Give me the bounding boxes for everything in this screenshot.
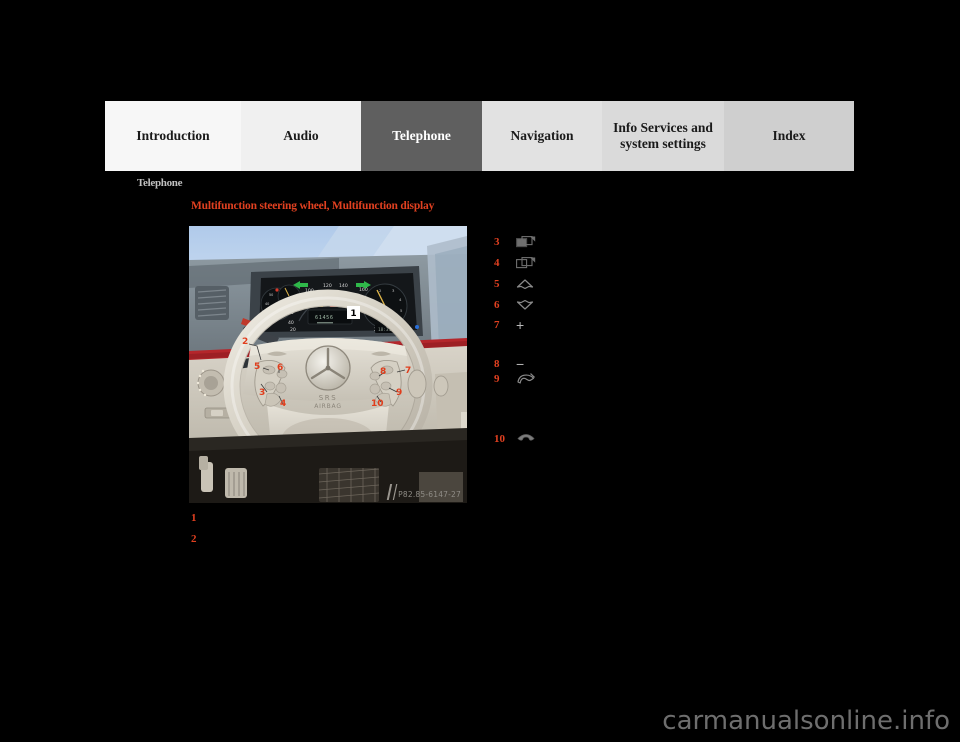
svg-text:120: 120 <box>323 283 332 289</box>
page-section-title: Telephone <box>137 177 183 189</box>
callout-4: 4 <box>280 399 286 409</box>
manual-section-tabbar: Introduction Audio Telephone Navigation … <box>105 101 854 171</box>
legend-right-item-10-number: 10 <box>494 433 505 445</box>
volume-down-icon: − <box>516 356 525 372</box>
scroll-up-icon <box>516 278 542 290</box>
legend-right-item-9: 9 <box>494 372 542 386</box>
figure-image-code: P82.85-6147-27 <box>398 490 461 499</box>
callout-6: 6 <box>277 363 283 373</box>
tab-audio-label: Audio <box>283 128 319 144</box>
callout-8: 8 <box>380 367 386 377</box>
legend-right-item-4-number: 4 <box>494 257 500 269</box>
legend-right-item-4: 4 <box>494 256 542 270</box>
callout-7: 7 <box>405 366 411 376</box>
tab-info-services-and-system-settings[interactable]: Info Services and system settings <box>602 101 724 171</box>
call-end-icon <box>516 433 542 446</box>
site-watermark: carmanualsonline.info <box>662 706 950 736</box>
svg-text:160: 160 <box>359 287 368 293</box>
legend-right-item-6-number: 6 <box>494 299 500 311</box>
scroll-down-icon <box>516 299 542 311</box>
tab-index[interactable]: Index <box>724 101 854 171</box>
legend-left-item-2: 2 <box>191 533 207 545</box>
airbag-label-line1: SRS <box>319 394 338 402</box>
legend-left-item-2-number: 2 <box>191 533 197 545</box>
legend-left-item-1: 1 <box>191 512 207 524</box>
svg-text:61456: 61456 <box>315 315 334 321</box>
steering-wheel-figure: 100 120 140 160 80 180 60 200 40 220 20 … <box>189 226 467 503</box>
tab-info-services-label: Info Services and system settings <box>613 120 713 151</box>
callout-5: 5 <box>254 362 260 372</box>
callout-3: 3 <box>259 388 265 398</box>
tab-introduction-label: Introduction <box>136 128 210 144</box>
tab-introduction[interactable]: Introduction <box>105 101 241 171</box>
tab-telephone[interactable]: Telephone <box>361 101 482 171</box>
tab-telephone-label: Telephone <box>392 128 451 144</box>
legend-left-item-1-number: 1 <box>191 512 197 524</box>
callout-1: 1 <box>350 309 356 319</box>
legend-right-item-3: 3 <box>494 235 542 249</box>
callout-2: 2 <box>242 337 248 347</box>
legend-right-item-3-number: 3 <box>494 236 500 248</box>
legend-right-item-9-number: 9 <box>494 373 500 385</box>
legend-right-item-8-number: 8 <box>494 358 500 370</box>
legend-right-item-10: 10 <box>494 432 542 446</box>
svg-text:140: 140 <box>339 283 348 289</box>
callout-9: 9 <box>396 388 402 398</box>
airbag-label-line2: AIRBAG <box>314 403 342 410</box>
volume-up-icon: + <box>516 317 525 333</box>
previous-page-icon <box>516 257 542 269</box>
callout-10: 10 <box>371 399 384 409</box>
call-accept-icon <box>516 372 542 386</box>
legend-right-item-7: 7 + <box>494 318 542 332</box>
tab-audio[interactable]: Audio <box>241 101 361 171</box>
legend-right-item-5: 5 <box>494 277 542 291</box>
page-heading: Multifunction steering wheel, Multifunct… <box>191 200 435 212</box>
legend-right-item-5-number: 5 <box>494 278 500 290</box>
legend-right-item-8: 8 − <box>494 357 542 371</box>
tab-navigation-label: Navigation <box>510 128 574 144</box>
legend-right-item-7-number: 7 <box>494 319 500 331</box>
svg-text:40: 40 <box>265 302 269 306</box>
svg-text:20: 20 <box>290 327 296 333</box>
tab-navigation[interactable]: Navigation <box>482 101 602 171</box>
tab-index-label: Index <box>772 128 806 144</box>
svg-text:40: 40 <box>288 320 294 326</box>
svg-text:50: 50 <box>269 293 273 297</box>
next-page-icon <box>516 236 542 248</box>
legend-right-item-6: 6 <box>494 298 542 312</box>
